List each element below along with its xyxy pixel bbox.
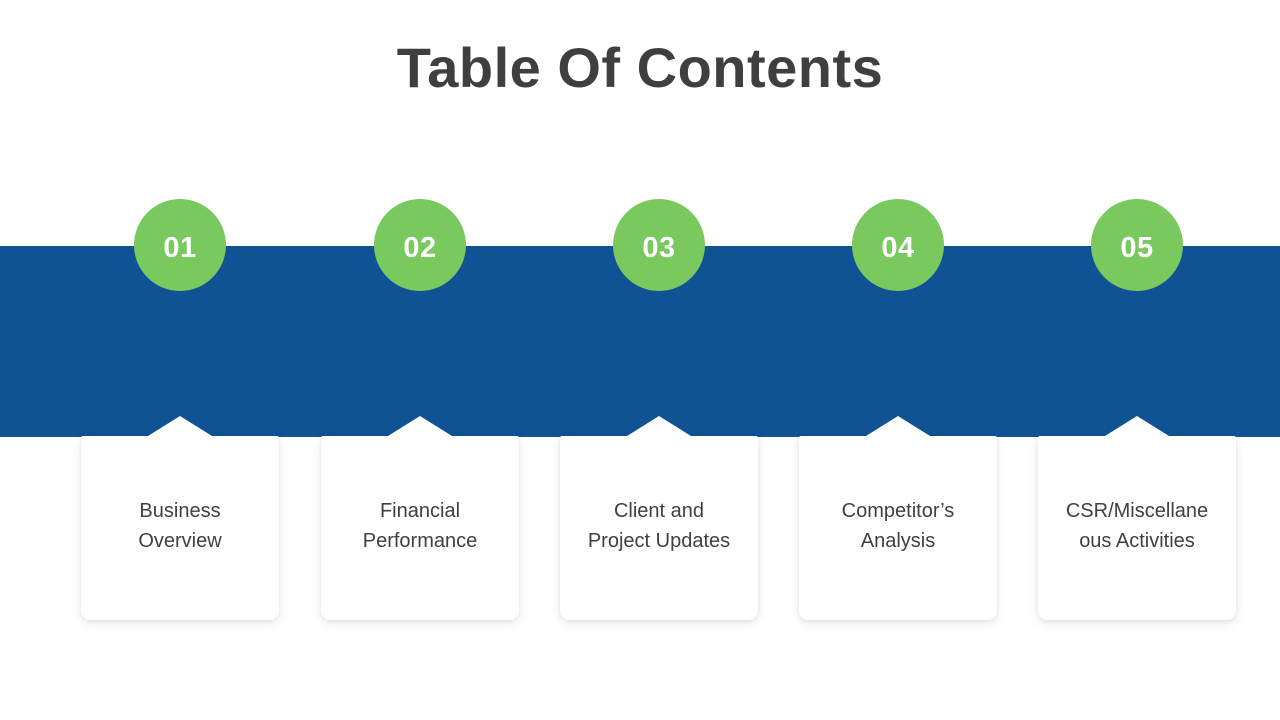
toc-card-label-05: CSR/Miscellane ous Activities [1044,496,1230,556]
card-body: Business Overview [81,416,279,620]
toc-number-04: 04 [881,231,915,264]
toc-number-05: 05 [1120,231,1154,264]
label-line-2: Project Updates [587,530,731,552]
card-notch-arrow-icon [627,416,691,436]
label-line-1: Financial [379,500,461,522]
label-line-2: ous Activities [1079,530,1195,552]
card-body: CSR/Miscellane ous Activities [1038,416,1236,620]
toc-card-01[interactable]: Business Overview [81,416,279,620]
label-line-1: CSR/Miscellane [1065,500,1209,522]
label-line-2: Overview [138,530,222,552]
toc-step-04[interactable]: Competitor’s Analysis 04 [778,0,1018,720]
toc-step-01[interactable]: Business Overview 01 [60,0,300,720]
toc-step-05[interactable]: CSR/Miscellane ous Activities 05 [1017,0,1257,720]
toc-number-circle-04[interactable]: 04 [852,199,944,291]
table-of-contents-slide: Table Of Contents Business Overview 01 F… [0,0,1280,720]
toc-card-label-03: Client and Project Updates [566,496,752,556]
toc-number-01: 01 [163,231,197,264]
toc-card-02[interactable]: Financial Performance [321,416,519,620]
toc-card-label-01: Business Overview [87,496,273,556]
toc-step-02[interactable]: Financial Performance 02 [300,0,540,720]
card-notch-arrow-icon [388,416,452,436]
label-line-1: Competitor’s [841,500,955,522]
toc-card-03[interactable]: Client and Project Updates [560,416,758,620]
toc-number-circle-03[interactable]: 03 [613,199,705,291]
toc-number-03: 03 [642,231,676,264]
toc-number-circle-02[interactable]: 02 [374,199,466,291]
label-line-1: Business [139,500,221,522]
toc-step-03[interactable]: Client and Project Updates 03 [539,0,779,720]
toc-card-05[interactable]: CSR/Miscellane ous Activities [1038,416,1236,620]
toc-number-02: 02 [403,231,437,264]
toc-number-circle-01[interactable]: 01 [134,199,226,291]
card-body: Financial Performance [321,416,519,620]
toc-number-circle-05[interactable]: 05 [1091,199,1183,291]
toc-card-04[interactable]: Competitor’s Analysis [799,416,997,620]
card-notch-arrow-icon [148,416,212,436]
card-body: Client and Project Updates [560,416,758,620]
toc-card-label-02: Financial Performance [327,496,513,556]
card-notch-arrow-icon [866,416,930,436]
card-notch-arrow-icon [1105,416,1169,436]
label-line-2: Analysis [860,530,936,552]
toc-card-label-04: Competitor’s Analysis [805,496,991,556]
card-body: Competitor’s Analysis [799,416,997,620]
label-line-1: Client and [613,500,705,522]
label-line-2: Performance [362,530,478,552]
